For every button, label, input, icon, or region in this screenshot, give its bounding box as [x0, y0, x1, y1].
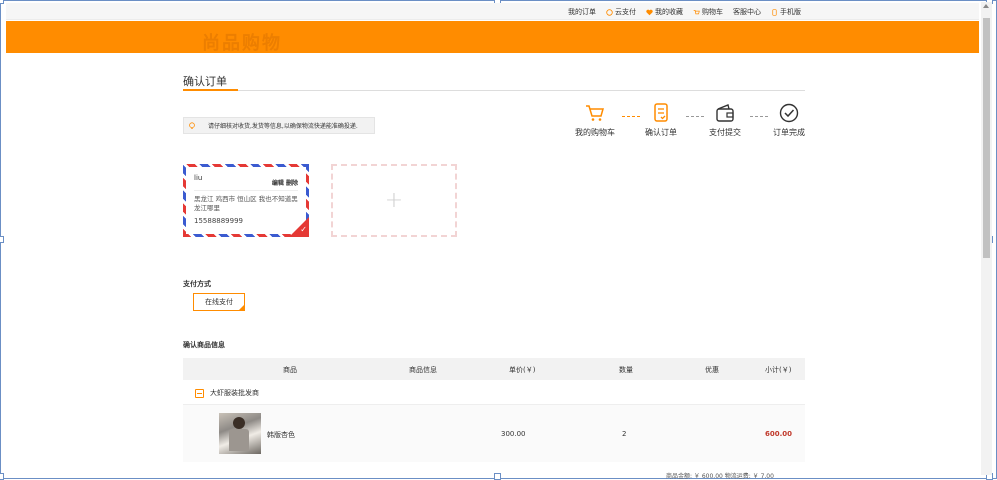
- table-row: 韩版杏色 300.00 2 600.00: [183, 404, 805, 462]
- step-cart: 我的购物车: [570, 103, 620, 138]
- step-confirm: 确认订单: [636, 103, 686, 138]
- payment-option-online[interactable]: 在线支付: [193, 293, 245, 311]
- check-circle-icon: [779, 103, 799, 123]
- link-my-orders[interactable]: 我的订单: [568, 7, 596, 17]
- cart-icon: [586, 105, 604, 121]
- title-accent-bar: [183, 89, 238, 91]
- plus-icon: +: [384, 188, 404, 213]
- col-unit-price: 单价(￥): [509, 366, 536, 374]
- tip-text: 请仔细核对收货,发货等信息,以确保物流快递能准确投递.: [208, 123, 358, 130]
- check-icon: ✓: [300, 225, 307, 234]
- shop-row: 大虾服装批发商: [183, 382, 805, 404]
- address-card-selected[interactable]: liu 编辑 删除 黑龙江 鸡西市 恒山区 我也不知道黑 龙江哪里 155888…: [183, 164, 309, 237]
- scroll-up-arrow[interactable]: [983, 4, 989, 8]
- add-address-card[interactable]: +: [331, 164, 457, 237]
- link-label: 我的订单: [568, 8, 596, 16]
- heart-icon: [646, 9, 653, 15]
- link-label: 手机版: [780, 8, 801, 16]
- header-banner: 尚品购物: [6, 21, 979, 55]
- link-label: 云支付: [615, 8, 636, 16]
- top-nav-bar: 我的订单 云支付 我的收藏 购物车 客服中心 手机版: [6, 3, 979, 20]
- address-divider: [194, 190, 298, 191]
- step-complete: 订单完成: [764, 103, 814, 138]
- scroll-thumb[interactable]: [983, 18, 990, 258]
- step-label: 确认订单: [645, 128, 677, 137]
- product-thumbnail[interactable]: [219, 413, 261, 454]
- step-label: 我的购物车: [575, 128, 615, 137]
- cloud-pay-icon: [606, 8, 613, 16]
- address-line-2: 龙江哪里: [194, 204, 220, 212]
- address-content: liu 编辑 删除 黑龙江 鸡西市 恒山区 我也不知道黑 龙江哪里 155888…: [188, 169, 304, 232]
- site-logo[interactable]: 尚品购物: [202, 29, 282, 55]
- title-divider: [183, 90, 805, 91]
- col-product-info: 商品信息: [409, 366, 437, 374]
- col-discount: 优惠: [705, 366, 719, 374]
- resize-handle-tl[interactable]: [0, 0, 4, 4]
- shop-name[interactable]: 大虾服装批发商: [210, 388, 259, 398]
- address-line-1: 黑龙江 鸡西市 恒山区 我也不知道黑: [194, 195, 298, 203]
- link-mobile[interactable]: 手机版: [771, 7, 801, 17]
- link-label: 我的收藏: [655, 8, 683, 16]
- lightbulb-icon: [189, 121, 195, 129]
- link-cart[interactable]: 购物车: [693, 7, 723, 17]
- address-actions[interactable]: 编辑 删除: [272, 178, 298, 187]
- link-cloud-pay[interactable]: 云支付: [606, 7, 636, 17]
- item-variant: 韩版杏色: [267, 431, 295, 439]
- page-title: 确认订单: [183, 75, 227, 88]
- vertical-scrollbar[interactable]: [981, 2, 992, 475]
- recipient-phone: 15588889999: [194, 217, 243, 225]
- payment-section-label: 支付方式: [183, 280, 211, 288]
- item-quantity: 2: [622, 430, 627, 438]
- order-doc-icon: [654, 103, 668, 122]
- col-quantity: 数量: [619, 366, 633, 374]
- selected-corner: [238, 304, 245, 311]
- link-label: 客服中心: [733, 8, 761, 16]
- col-product: 商品: [283, 366, 297, 374]
- item-price: 300.00: [501, 430, 526, 438]
- link-label: 购物车: [702, 8, 723, 16]
- link-favorites[interactable]: 我的收藏: [646, 7, 683, 17]
- step-pay: 支付提交: [700, 103, 750, 138]
- item-subtotal: 600.00: [765, 430, 793, 438]
- shop-icon: [195, 388, 204, 398]
- resize-handle-left[interactable]: [0, 236, 4, 243]
- col-subtotal: 小计(￥): [765, 366, 792, 374]
- payment-option-label: 在线支付: [205, 298, 233, 306]
- goods-section-label: 确认商品信息: [183, 341, 225, 349]
- phone-icon: [772, 8, 777, 16]
- shipping-tip: 请仔细核对收货,发货等信息,以确保物流快递能准确投递.: [183, 117, 375, 134]
- link-service[interactable]: 客服中心: [733, 7, 761, 17]
- wallet-icon: [716, 104, 734, 122]
- checkout-progress: 我的购物车 确认订单 支付提交 订单完成: [570, 103, 810, 143]
- step-label: 支付提交: [709, 128, 741, 137]
- cart-icon: [693, 9, 700, 14]
- goods-table-header: 商品 商品信息 单价(￥) 数量 优惠 小计(￥): [183, 358, 805, 380]
- step-label: 订单完成: [773, 128, 805, 137]
